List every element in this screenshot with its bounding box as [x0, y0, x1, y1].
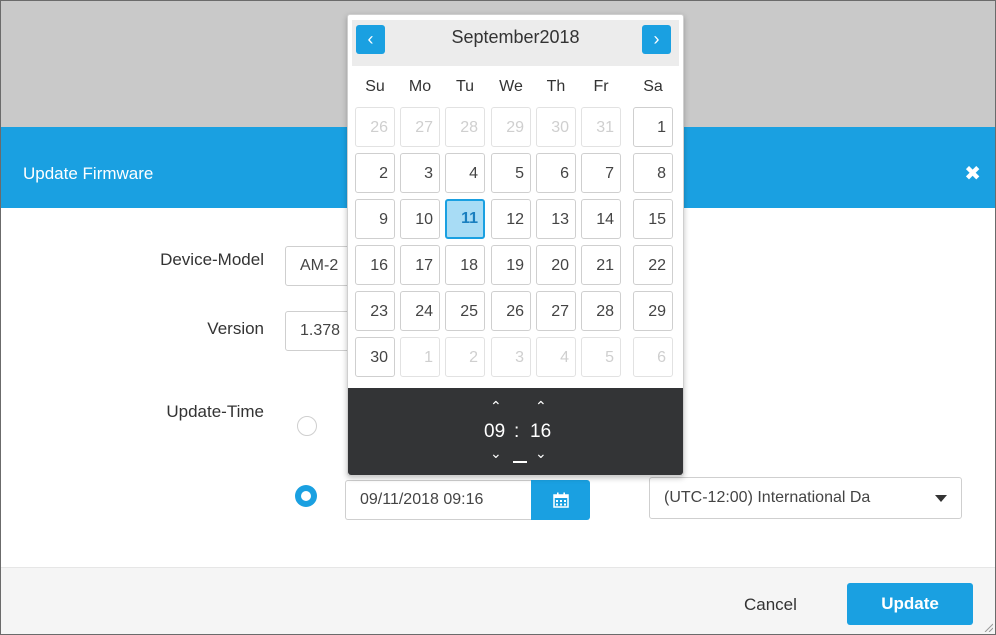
calendar-day-outside-month[interactable]: 26: [355, 107, 395, 147]
calendar-day[interactable]: 18: [445, 245, 485, 285]
calendar-button[interactable]: [531, 480, 590, 520]
close-icon[interactable]: ✖: [964, 164, 981, 184]
hour-down-icon[interactable]: ⌄: [490, 445, 502, 462]
calendar-day[interactable]: 1: [633, 107, 673, 147]
caret-down-icon: [935, 495, 947, 502]
calendar-day[interactable]: 14: [581, 199, 621, 239]
weekday-header: Mo: [408, 78, 432, 95]
device-model-label: Device-Model: [160, 250, 264, 269]
calendar-day[interactable]: 11: [445, 199, 485, 239]
version-field[interactable]: 1.378: [285, 311, 355, 351]
calendar-day[interactable]: 12: [491, 199, 531, 239]
scheduled-update-radio[interactable]: [295, 485, 317, 507]
calendar-day-outside-month[interactable]: 3: [491, 337, 531, 377]
calendar-day[interactable]: 17: [400, 245, 440, 285]
weekday-header: We: [499, 78, 523, 95]
device-model-field[interactable]: AM-2: [285, 246, 355, 286]
weekday-header: Sa: [643, 78, 663, 95]
calendar-day-outside-month[interactable]: 29: [491, 107, 531, 147]
calendar-day[interactable]: 9: [355, 199, 395, 239]
calendar-day[interactable]: 16: [355, 245, 395, 285]
calendar-day[interactable]: 2: [355, 153, 395, 193]
minute-down-icon[interactable]: ⌄: [535, 445, 547, 462]
calendar-day[interactable]: 23: [355, 291, 395, 331]
time-picker: ⌃ ⌃ 09 : 16 ⌄ ⌄: [348, 388, 683, 475]
dialog-footer: [1, 567, 995, 634]
timezone-select[interactable]: (UTC-12:00) International Da: [649, 477, 962, 519]
month-name: September: [451, 27, 540, 47]
calendar-day-outside-month[interactable]: 1: [400, 337, 440, 377]
hour-up-icon[interactable]: ⌃: [490, 398, 502, 415]
datetime-picker-popup: ‹ September2018 › Su Mo Tu We Th Fr Sa 26 27 28 2…: [347, 14, 684, 476]
dialog-title: Update Firmware: [23, 164, 154, 183]
calendar-day-outside-month[interactable]: 30: [536, 107, 576, 147]
calendar-day[interactable]: 13: [536, 199, 576, 239]
update-time-label: Update-Time: [166, 402, 264, 421]
timezone-value: (UTC-12:00) International Da: [664, 489, 871, 506]
datetime-input[interactable]: 09/11/2018 09:16: [345, 480, 531, 520]
calendar-day[interactable]: 20: [536, 245, 576, 285]
version-label: Version: [207, 319, 264, 338]
calendar-day[interactable]: 25: [445, 291, 485, 331]
calendar-day[interactable]: 26: [491, 291, 531, 331]
calendar-day[interactable]: 3: [400, 153, 440, 193]
hour-value[interactable]: 09: [484, 421, 505, 443]
calendar-day[interactable]: 30: [355, 337, 395, 377]
calendar-day-outside-month[interactable]: 4: [536, 337, 576, 377]
calendar-day[interactable]: 4: [445, 153, 485, 193]
screen: Update Firmware ✖ Device-Model AM-2 Vers…: [0, 0, 996, 635]
calendar-header: ‹ September2018 ›: [352, 20, 679, 66]
calendar-day[interactable]: 6: [536, 153, 576, 193]
calendar-day[interactable]: 24: [400, 291, 440, 331]
time-separator: :: [514, 421, 520, 442]
weekday-header: Fr: [593, 78, 609, 95]
calendar-day[interactable]: 5: [491, 153, 531, 193]
calendar-day-outside-month[interactable]: 2: [445, 337, 485, 377]
chevron-right-icon[interactable]: ›: [642, 25, 671, 54]
resize-handle-icon[interactable]: [983, 622, 993, 632]
calendar-day[interactable]: 15: [633, 199, 673, 239]
calendar-day-outside-month[interactable]: 31: [581, 107, 621, 147]
weekday-header: Tu: [455, 78, 475, 95]
calendar-day[interactable]: 29: [633, 291, 673, 331]
calendar-day[interactable]: 10: [400, 199, 440, 239]
calendar-day[interactable]: 8: [633, 153, 673, 193]
calendar-day[interactable]: 27: [536, 291, 576, 331]
time-cursor: [513, 461, 527, 463]
calendar-day[interactable]: 19: [491, 245, 531, 285]
calendar-day[interactable]: 22: [633, 245, 673, 285]
weekday-header: Th: [546, 78, 566, 95]
minute-value[interactable]: 16: [530, 421, 551, 443]
calendar-day-outside-month[interactable]: 5: [581, 337, 621, 377]
cancel-button[interactable]: Cancel: [744, 595, 797, 615]
weekday-header: Su: [365, 78, 385, 95]
calendar-day[interactable]: 21: [581, 245, 621, 285]
month-year-title[interactable]: September2018: [352, 27, 679, 48]
calendar-day-outside-month[interactable]: 6: [633, 337, 673, 377]
calendar-day-outside-month[interactable]: 27: [400, 107, 440, 147]
update-button[interactable]: Update: [847, 583, 973, 625]
minute-up-icon[interactable]: ⌃: [535, 398, 547, 415]
calendar-day[interactable]: 28: [581, 291, 621, 331]
update-now-radio[interactable]: [297, 416, 317, 436]
calendar-day[interactable]: 7: [581, 153, 621, 193]
year-number: 2018: [539, 27, 580, 47]
calendar-icon: [552, 492, 569, 508]
calendar-day-outside-month[interactable]: 28: [445, 107, 485, 147]
